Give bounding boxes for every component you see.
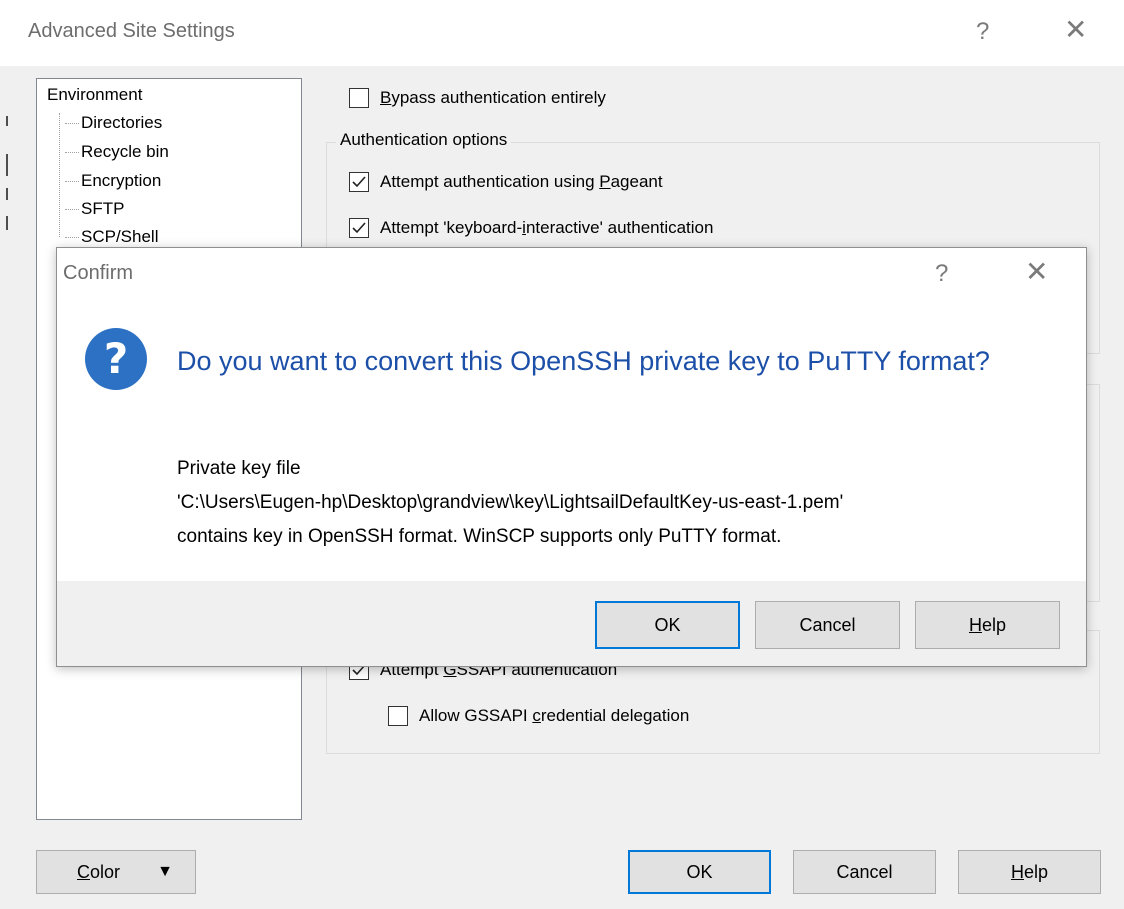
bypass-auth-label[interactable]: Bypass authentication entirely <box>380 88 606 108</box>
tree-branch <box>65 152 79 154</box>
tree-branch <box>65 123 79 125</box>
label-part: olor <box>90 861 121 882</box>
color-button[interactable]: Color ▼ <box>36 850 196 894</box>
tree-item-label: SCP/Shell <box>81 227 159 246</box>
edge-mark <box>6 116 8 126</box>
pageant-checkbox[interactable] <box>349 172 369 192</box>
authentication-options-label: Authentication options <box>336 130 512 150</box>
keyboard-interactive-checkbox[interactable] <box>349 218 369 238</box>
check-icon <box>352 222 366 234</box>
label-part: redential delegation <box>540 706 690 725</box>
title-help-button[interactable]: ? <box>976 20 989 44</box>
confirm-button-bar: OK Cancel Help <box>57 581 1086 666</box>
confirm-close-button[interactable]: ✕ <box>1025 258 1048 286</box>
confirm-cancel-button[interactable]: Cancel <box>755 601 900 649</box>
label-accelerator: C <box>77 861 90 882</box>
label-accelerator: H <box>968 614 982 635</box>
dropdown-arrow-icon: ▼ <box>157 863 173 880</box>
tree-item-recycle-bin[interactable]: Recycle bin <box>65 142 169 162</box>
label-accelerator: c <box>532 706 541 725</box>
confirm-message-line: Private key file <box>177 458 301 479</box>
label-part: Attempt 'keyboard- <box>380 218 523 237</box>
bypass-auth-checkbox[interactable] <box>349 88 369 108</box>
ok-button[interactable]: OK <box>628 850 771 894</box>
label-part: elp <box>1023 861 1049 882</box>
tree-item-encryption[interactable]: Encryption <box>65 171 161 191</box>
question-glyph: ? <box>103 334 129 383</box>
label-part: Attempt authentication using <box>380 172 600 191</box>
tree-branch <box>65 237 79 239</box>
question-icon: ? <box>85 328 147 390</box>
confirm-message-line: contains key in OpenSSH format. WinSCP s… <box>177 526 782 547</box>
tree-item-environment[interactable]: Environment <box>47 85 142 105</box>
tree-item-label: SFTP <box>81 199 125 218</box>
color-button-label: Color <box>77 862 120 883</box>
gssapi-delegation-label[interactable]: Allow GSSAPI credential delegation <box>419 706 689 726</box>
keyboard-interactive-label[interactable]: Attempt 'keyboard-interactive' authentic… <box>380 218 713 238</box>
label-part: Allow GSSAPI <box>419 706 533 725</box>
tree-item-label: Directories <box>81 113 163 132</box>
edge-mark <box>6 188 8 200</box>
tree-branch <box>65 209 79 211</box>
confirm-help-button[interactable]: Help <box>915 601 1060 649</box>
label-part: ageant <box>610 172 663 191</box>
confirm-heading: Do you want to convert this OpenSSH priv… <box>177 346 990 376</box>
title-bar: Advanced Site Settings ? ✕ <box>0 0 1124 66</box>
label-accelerator: H <box>1010 861 1024 882</box>
edge-mark <box>6 154 8 176</box>
tree-item-label: Encryption <box>81 171 162 190</box>
label-accelerator: B <box>380 88 392 107</box>
tree-item-label: Recycle bin <box>81 142 169 161</box>
confirm-dialog: Confirm ? ✕ ? Do you want to convert thi… <box>56 247 1087 667</box>
tree-item-sftp[interactable]: SFTP <box>65 199 124 219</box>
confirm-help-title-button[interactable]: ? <box>935 262 948 286</box>
tree-connector <box>59 113 60 237</box>
background-window-edge <box>0 66 14 846</box>
label-part: nteractive' authentication <box>525 218 714 237</box>
edge-mark <box>6 216 8 230</box>
confirm-ok-button[interactable]: OK <box>595 601 740 649</box>
label-part: elp <box>981 614 1007 635</box>
confirm-message-line: 'C:\Users\Eugen-hp\Desktop\grandview\key… <box>177 492 844 513</box>
gssapi-delegation-checkbox[interactable] <box>388 706 408 726</box>
tree-item-scp-shell[interactable]: SCP/Shell <box>65 227 158 247</box>
cancel-button[interactable]: Cancel <box>793 850 936 894</box>
label-accelerator: P <box>599 172 611 191</box>
title-close-button[interactable]: ✕ <box>1064 16 1087 44</box>
tree-item-directories[interactable]: Directories <box>65 113 162 133</box>
check-icon <box>352 176 366 188</box>
confirm-dialog-title: Confirm <box>63 262 134 284</box>
pageant-label[interactable]: Attempt authentication using Pageant <box>380 172 663 192</box>
help-button[interactable]: Help <box>958 850 1101 894</box>
label-part: ypass authentication entirely <box>391 88 606 107</box>
window-title: Advanced Site Settings <box>28 20 235 42</box>
tree-branch <box>65 181 79 183</box>
